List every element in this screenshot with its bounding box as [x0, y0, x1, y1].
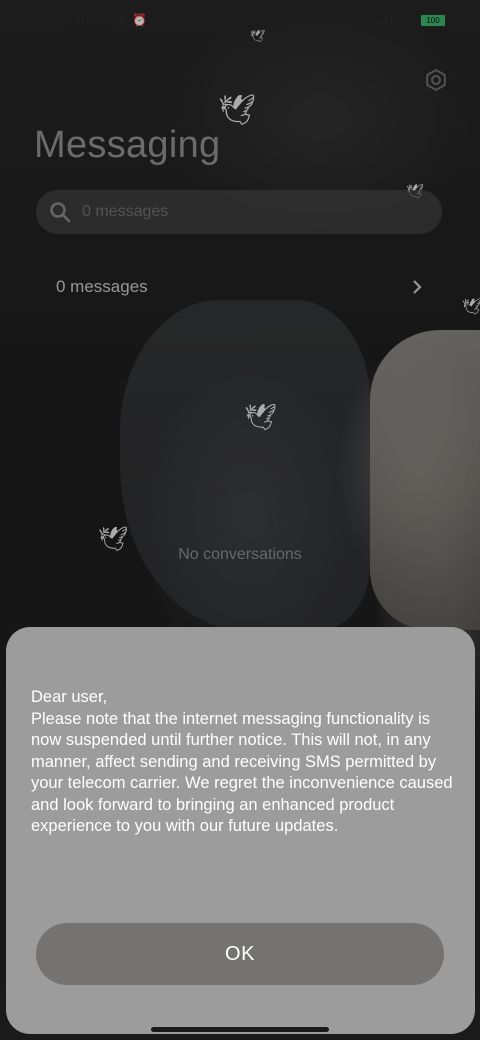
- dialog-greeting: Dear user,: [31, 688, 108, 706]
- dialog-message: Dear user, Please note that the internet…: [31, 687, 461, 838]
- notice-dialog: Dear user, Please note that the internet…: [6, 627, 475, 1034]
- home-indicator[interactable]: [151, 1027, 329, 1032]
- ok-button[interactable]: OK: [36, 923, 444, 985]
- dialog-body: Please note that the internet messaging …: [31, 709, 453, 836]
